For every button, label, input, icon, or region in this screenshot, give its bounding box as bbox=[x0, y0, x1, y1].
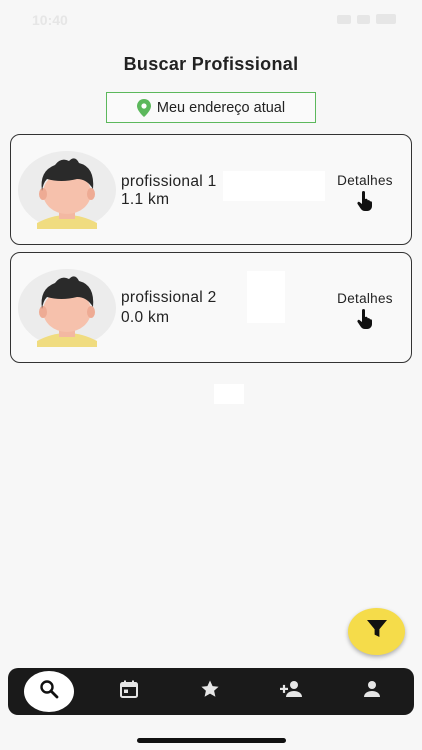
status-icons bbox=[337, 14, 396, 24]
current-location-label: Meu endereço atual bbox=[156, 99, 286, 116]
nav-profile[interactable] bbox=[347, 671, 397, 712]
filter-button[interactable] bbox=[348, 608, 405, 655]
add-person-icon bbox=[279, 679, 303, 704]
professional-distance: 1.1 km bbox=[121, 191, 170, 208]
signal-icon bbox=[337, 14, 351, 24]
nav-search[interactable] bbox=[24, 671, 74, 712]
redacted-area bbox=[223, 171, 325, 201]
tap-hand-icon bbox=[356, 191, 374, 211]
professional-name: profissional 1 bbox=[121, 173, 217, 190]
filter-icon bbox=[366, 619, 388, 644]
wifi-icon bbox=[357, 14, 370, 24]
placeholder-box bbox=[214, 384, 244, 404]
nav-calendar[interactable] bbox=[104, 671, 154, 712]
search-icon bbox=[39, 679, 59, 704]
current-location-button[interactable]: Meu endereço atual bbox=[106, 92, 316, 123]
star-icon bbox=[200, 679, 220, 704]
professional-card[interactable]: profissional 1 1.1 km Detalhes bbox=[10, 134, 412, 245]
avatar bbox=[17, 267, 117, 349]
professional-card[interactable]: profissional 2 0.0 km Detalhes bbox=[10, 252, 412, 363]
details-label: Detalhes bbox=[337, 173, 393, 188]
battery-icon bbox=[376, 14, 396, 24]
details-label: Detalhes bbox=[337, 291, 393, 306]
bottom-navigation bbox=[8, 668, 414, 715]
redacted-area bbox=[247, 271, 285, 323]
avatar bbox=[17, 149, 117, 231]
map-pin-icon bbox=[136, 98, 151, 117]
nav-add-person[interactable] bbox=[266, 671, 316, 712]
tap-hand-icon bbox=[356, 309, 374, 329]
page-title: Buscar Profissional bbox=[123, 54, 299, 74]
person-icon bbox=[362, 679, 382, 704]
status-time: 10:40 bbox=[32, 12, 68, 28]
status-bar: 10:40 bbox=[0, 0, 422, 40]
professional-distance: 0.0 km bbox=[121, 309, 170, 326]
home-indicator[interactable] bbox=[137, 738, 286, 743]
nav-favorites[interactable] bbox=[185, 671, 235, 712]
details-button[interactable]: Detalhes bbox=[331, 291, 399, 329]
calendar-icon bbox=[119, 679, 139, 704]
details-button[interactable]: Detalhes bbox=[331, 173, 399, 211]
professional-name: profissional 2 bbox=[121, 289, 217, 306]
